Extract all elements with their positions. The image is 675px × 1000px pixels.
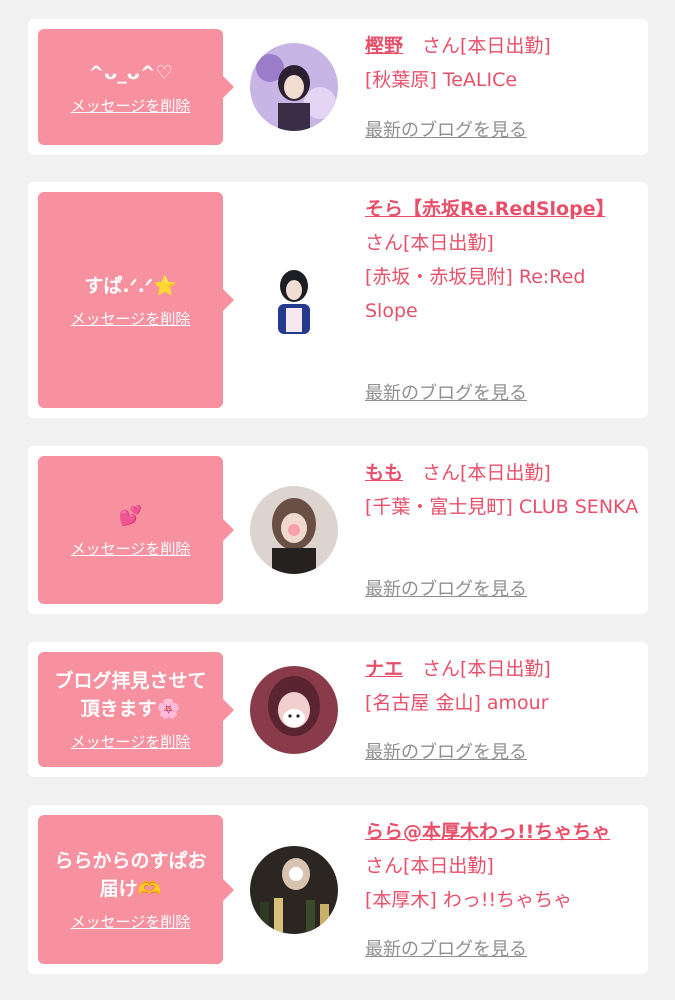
delete-message-link[interactable]: メッセージを削除	[71, 911, 191, 932]
latest-blog-link[interactable]: 最新のブログを見る	[365, 575, 527, 601]
message-list: ^ᴗ_ᴗ^♡ メッセージを削除 樫野 さん[本日出勤] [秋葉原] TeALIC…	[0, 0, 675, 1000]
shop-info: [本厚木] わっ!!ちゃちゃ	[365, 889, 573, 911]
cast-info: ナエ さん[本日出勤] [名古屋 金山] amour	[365, 652, 640, 720]
cast-name-link[interactable]: そら【赤坂Re.RedSlope】	[365, 198, 605, 220]
message-bubble: ブログ拝見させて 頂きます🌸 メッセージを削除	[38, 652, 234, 767]
delete-message-link[interactable]: メッセージを削除	[71, 308, 191, 329]
avatar[interactable]	[250, 846, 338, 934]
delete-message-link[interactable]: メッセージを削除	[71, 731, 191, 752]
cast-name-link[interactable]: ナエ	[365, 658, 403, 680]
shop-info: [千葉・富士見町] CLUB SENKA	[365, 496, 639, 518]
avatar[interactable]	[250, 486, 338, 574]
message-card: ^ᴗ_ᴗ^♡ メッセージを削除 樫野 さん[本日出勤] [秋葉原] TeALIC…	[28, 19, 648, 155]
latest-blog-link[interactable]: 最新のブログを見る	[365, 379, 527, 405]
shop-info: [秋葉原] TeALICe	[365, 69, 518, 91]
message-bubble: すぱ.ᐟ.ᐟ⭐ メッセージを削除	[38, 192, 234, 408]
cast-name-link[interactable]: 樫野	[365, 35, 403, 57]
message-card: すぱ.ᐟ.ᐟ⭐ メッセージを削除 そら【赤坂Re.RedSlope】 さん[本日…	[28, 182, 648, 418]
delete-message-link[interactable]: メッセージを削除	[71, 95, 191, 116]
latest-blog-link[interactable]: 最新のブログを見る	[365, 116, 527, 142]
message-bubble: ららからのすぱお 届け🫶 メッセージを削除	[38, 815, 234, 964]
latest-blog-link[interactable]: 最新のブログを見る	[365, 935, 527, 961]
message-bubble: 💕 メッセージを削除	[38, 456, 234, 604]
message-bubble: ^ᴗ_ᴗ^♡ メッセージを削除	[38, 29, 234, 145]
honorific-status: さん[本日出勤]	[403, 462, 551, 484]
message-text: ブログ拝見させて 頂きます🌸	[54, 670, 207, 720]
message-card: ブログ拝見させて 頂きます🌸 メッセージを削除 ナエ さん[本日出勤] [名古屋…	[28, 642, 648, 777]
honorific-status: さん[本日出勤]	[403, 35, 551, 57]
cast-info: もも さん[本日出勤] [千葉・富士見町] CLUB SENKA	[365, 456, 640, 524]
cast-name-link[interactable]: もも	[365, 462, 403, 484]
message-card: ららからのすぱお 届け🫶 メッセージを削除 らら@本厚木わっ!!ちゃちゃ さん[…	[28, 805, 648, 974]
honorific-status: さん[本日出勤]	[403, 658, 551, 680]
cast-name-link[interactable]: らら@本厚木わっ!!ちゃちゃ	[365, 821, 610, 843]
avatar[interactable]	[250, 256, 338, 344]
message-card: 💕 メッセージを削除 もも さん[本日出勤] [千葉・富士見町] CLUB SE…	[28, 446, 648, 614]
message-text: ららからのすぱお 届け🫶	[54, 850, 207, 900]
avatar[interactable]	[250, 666, 338, 754]
cast-info: 樫野 さん[本日出勤] [秋葉原] TeALICe	[365, 29, 640, 97]
avatar[interactable]	[250, 43, 338, 131]
shop-info: [名古屋 金山] amour	[365, 692, 549, 714]
message-text: すぱ.ᐟ.ᐟ⭐	[84, 274, 177, 297]
shop-info: [赤坂・赤坂見附] Re:Red Slope	[365, 266, 586, 322]
cast-info: そら【赤坂Re.RedSlope】 さん[本日出勤] [赤坂・赤坂見附] Re:…	[365, 192, 640, 328]
message-text: ^ᴗ_ᴗ^♡	[88, 61, 173, 84]
cast-info: らら@本厚木わっ!!ちゃちゃ さん[本日出勤] [本厚木] わっ!!ちゃちゃ	[365, 815, 640, 917]
delete-message-link[interactable]: メッセージを削除	[71, 538, 191, 559]
message-text: 💕	[118, 504, 143, 527]
latest-blog-link[interactable]: 最新のブログを見る	[365, 738, 527, 764]
